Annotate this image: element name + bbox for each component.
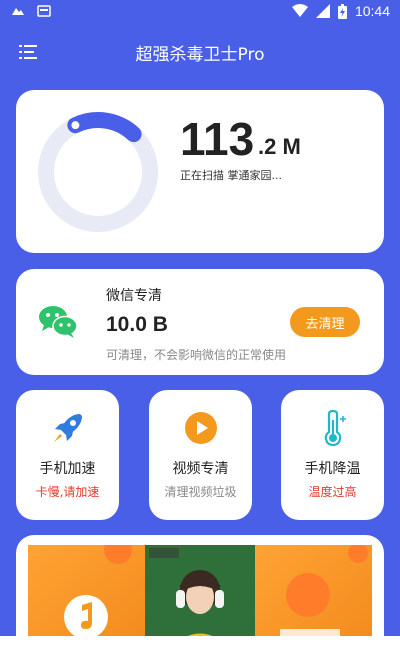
tile-subtitle: 清理视频垃圾 <box>164 485 237 499</box>
wechat-size: 10.0 B <box>106 313 168 336</box>
app-bar: 超强杀毒卫士Pro <box>0 28 400 76</box>
wechat-icon <box>39 306 78 338</box>
wechat-description: 可清理，不会影响微信的正常使用 <box>106 348 287 362</box>
play-icon <box>185 412 217 444</box>
scan-progress-arc <box>67 112 142 143</box>
wechat-title: 微信专清 <box>106 288 162 304</box>
wifi-icon <box>291 4 308 17</box>
tile-title: 手机加速 <box>39 461 96 477</box>
tile-video-clean[interactable]: 视频专清 清理视频垃圾 <box>149 390 252 520</box>
rocket-icon <box>54 414 82 442</box>
ad-banner[interactable] <box>28 545 372 650</box>
tile-subtitle: 卡慢,请加速 <box>35 485 100 499</box>
status-bar: 10:44 <box>0 0 400 24</box>
notification-icon <box>37 5 51 17</box>
thermometer-icon <box>324 410 346 446</box>
battery-icon <box>337 3 347 19</box>
tile-subtitle: 温度过高 <box>308 485 357 499</box>
scan-status-text: 正在扫描 掌通家园... <box>180 169 282 182</box>
scan-card: 113 .2 M 正在扫描 掌通家园... <box>16 90 384 253</box>
clean-button[interactable]: 去清理 <box>290 307 360 337</box>
scan-size-unit: .2 M <box>258 134 301 159</box>
page-title: 超强杀毒卫士Pro <box>135 45 265 65</box>
wechat-clean-card[interactable]: 微信专清 10.0 B 可清理，不会影响微信的正常使用 去清理 <box>16 269 384 375</box>
scan-size-value: 113 <box>180 113 255 165</box>
tile-phone-cooldown[interactable]: 手机降温 温度过高 <box>281 390 384 520</box>
notification-icon <box>12 8 24 15</box>
banner-card <box>16 535 384 650</box>
scan-progress-ring <box>38 112 158 232</box>
bottom-tab-bar <box>0 636 400 650</box>
signal-icon <box>315 4 330 18</box>
scan-progress-dot <box>71 121 80 130</box>
tile-title: 手机降温 <box>304 461 361 477</box>
status-time: 10:44 <box>354 3 390 19</box>
tile-phone-speedup[interactable]: 手机加速 卡慢,请加速 <box>16 390 119 520</box>
tile-title: 视频专清 <box>172 461 229 477</box>
